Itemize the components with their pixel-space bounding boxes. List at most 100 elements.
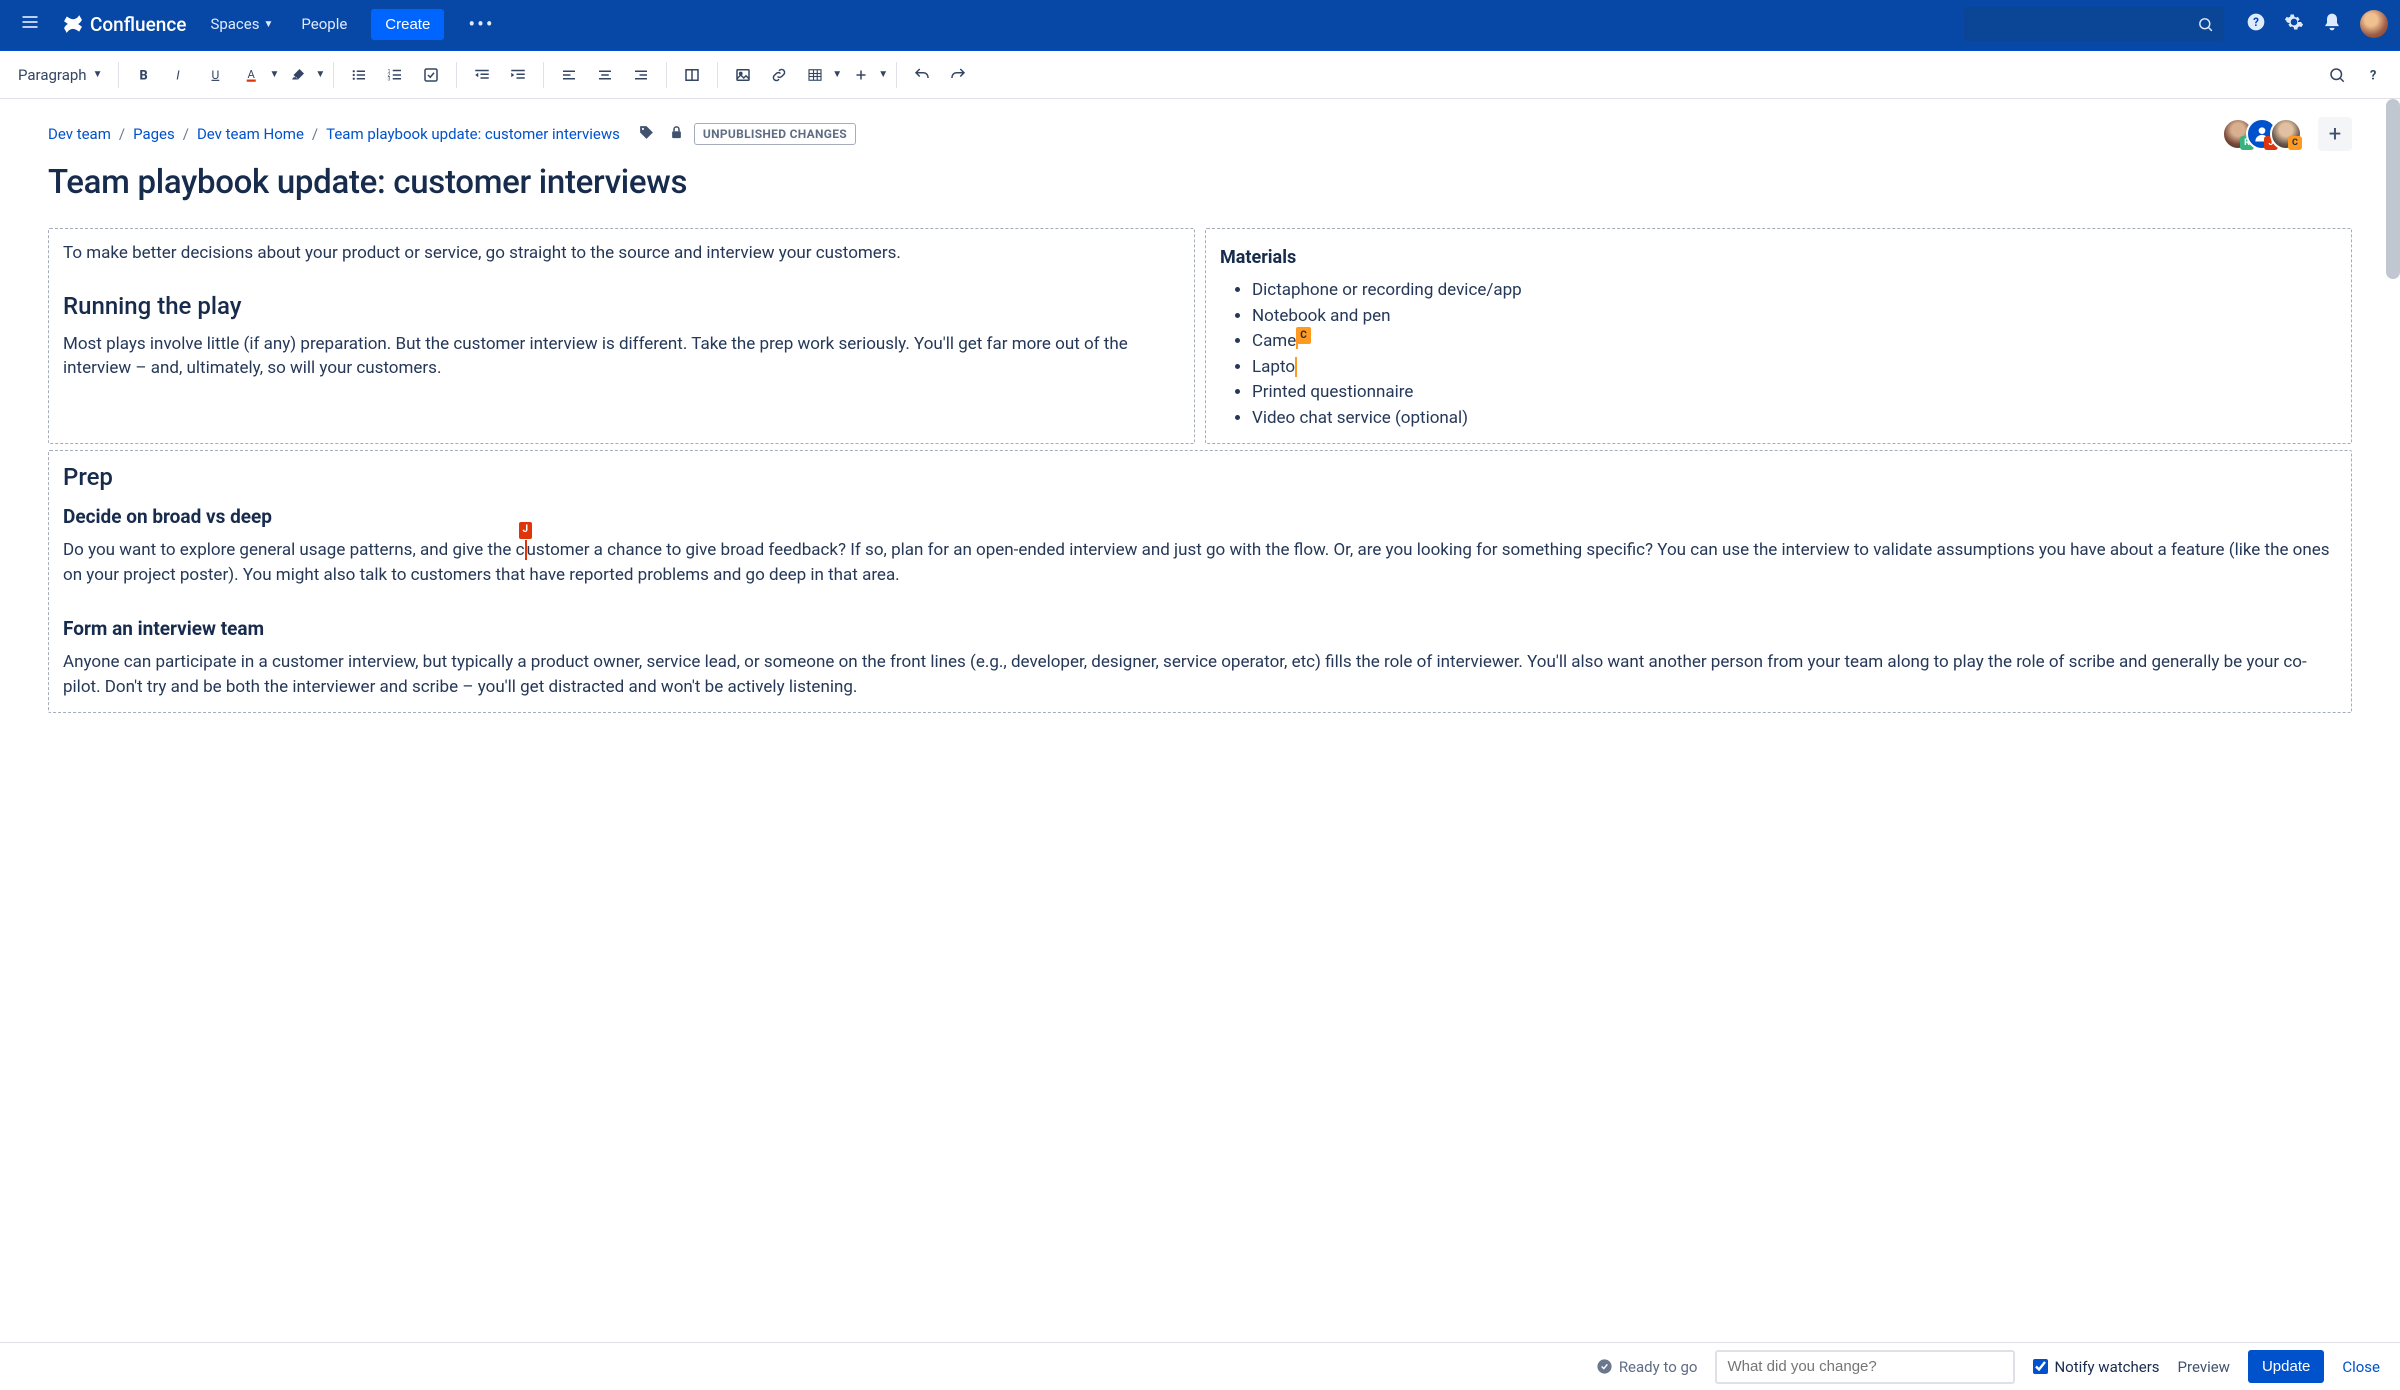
svg-text:3: 3 <box>388 76 391 82</box>
list-item[interactable]: Printed questionnaire <box>1252 380 2337 406</box>
svg-text:?: ? <box>2370 68 2376 83</box>
close-button[interactable]: Close <box>2342 1358 2380 1376</box>
breadcrumb: Dev team/ Pages/ Dev team Home/ Team pla… <box>48 125 620 143</box>
insert-image-button[interactable] <box>726 58 760 92</box>
confluence-logo[interactable]: Confluence <box>62 13 186 36</box>
layout-cell-bottom[interactable]: Prep Decide on broad vs deep Do you want… <box>48 450 2352 713</box>
settings-icon[interactable] <box>2284 12 2304 36</box>
restrictions-icon[interactable] <box>669 124 684 145</box>
notifications-icon[interactable] <box>2322 12 2342 36</box>
chevron-down-icon[interactable]: ▼ <box>878 69 888 80</box>
profile-avatar[interactable] <box>2360 10 2388 38</box>
insert-link-button[interactable] <box>762 58 796 92</box>
svg-text:A: A <box>248 68 256 81</box>
task-list-button[interactable] <box>414 58 448 92</box>
search-input[interactable] <box>1964 7 2224 41</box>
search-icon <box>2197 16 2214 33</box>
labels-icon[interactable] <box>638 124 655 145</box>
layout-one-col: Prep Decide on broad vs deep Do you want… <box>48 450 2352 713</box>
align-right-button[interactable] <box>624 58 658 92</box>
editor-toolbar: Paragraph ▼ B I U A ▼ ▼ 123 ▼ ▼ ? <box>0 51 2400 99</box>
app-switcher-icon[interactable] <box>12 4 48 44</box>
preview-button[interactable]: Preview <box>2178 1358 2230 1376</box>
highlight-button[interactable] <box>281 58 315 92</box>
product-name: Confluence <box>90 13 186 36</box>
collab-cursor: J <box>525 540 527 560</box>
notify-watchers-checkbox[interactable]: Notify watchers <box>2033 1358 2159 1376</box>
sync-status: Ready to go <box>1596 1358 1698 1376</box>
heading-2[interactable]: Prep <box>63 463 2337 491</box>
underline-button[interactable]: U <box>199 58 233 92</box>
editor-help-button[interactable]: ? <box>2356 58 2390 92</box>
breadcrumb-link[interactable]: Pages <box>133 125 175 143</box>
bold-button[interactable]: B <box>127 58 161 92</box>
align-center-button[interactable] <box>588 58 622 92</box>
editor-footer: Ready to go Notify watchers Preview Upda… <box>0 1342 2400 1390</box>
layout-cell-right[interactable]: Materials Dictaphone or recording device… <box>1205 228 2352 444</box>
outdent-button[interactable] <box>465 58 499 92</box>
layout-cell-left[interactable]: To make better decisions about your prod… <box>48 228 1195 444</box>
heading-3[interactable]: Materials <box>1220 247 2337 268</box>
scrollbar[interactable] <box>2386 99 2400 279</box>
checkbox[interactable] <box>2033 1359 2048 1374</box>
nav-spaces[interactable]: Spaces ▼ <box>200 9 283 39</box>
heading-3[interactable]: Form an interview team <box>63 617 2337 640</box>
svg-text:B: B <box>140 68 148 83</box>
list-item[interactable]: Video chat service (optional) <box>1252 406 2337 432</box>
list-item[interactable]: Lapto <box>1252 355 2337 381</box>
insert-table-button[interactable] <box>798 58 832 92</box>
italic-button[interactable]: I <box>163 58 197 92</box>
block-style-select[interactable]: Paragraph ▼ <box>10 60 110 90</box>
chevron-down-icon[interactable]: ▼ <box>269 69 279 80</box>
chevron-down-icon[interactable]: ▼ <box>832 69 842 80</box>
layout-two-col: To make better decisions about your prod… <box>48 228 2352 444</box>
global-actions: ? <box>2246 10 2388 38</box>
body-text[interactable]: Most plays involve little (if any) prepa… <box>63 332 1180 381</box>
breadcrumb-link[interactable]: Dev team Home <box>197 125 304 143</box>
find-replace-button[interactable] <box>2320 58 2354 92</box>
undo-button[interactable] <box>905 58 939 92</box>
bullet-list-button[interactable] <box>342 58 376 92</box>
indent-button[interactable] <box>501 58 535 92</box>
body-text[interactable]: Do you want to explore general usage pat… <box>63 538 2337 587</box>
svg-text:?: ? <box>2253 15 2259 29</box>
add-collaborator-button[interactable]: + <box>2318 117 2352 151</box>
nav-people[interactable]: People <box>291 9 357 39</box>
editor-canvas[interactable]: Dev team/ Pages/ Dev team Home/ Team pla… <box>0 99 2400 1342</box>
breadcrumb-link[interactable]: Dev team <box>48 125 111 143</box>
body-text[interactable]: To make better decisions about your prod… <box>63 241 1180 266</box>
list-item[interactable]: Dictaphone or recording device/app <box>1252 278 2337 304</box>
numbered-list-button[interactable]: 123 <box>378 58 412 92</box>
redo-button[interactable] <box>941 58 975 92</box>
check-circle-icon <box>1596 1358 1613 1375</box>
more-menu-icon[interactable]: ••• <box>458 6 504 42</box>
primary-nav: Spaces ▼ People Create ••• <box>200 6 504 42</box>
global-nav: Confluence Spaces ▼ People Create ••• ? <box>0 0 2400 48</box>
bullet-list[interactable]: Dictaphone or recording device/app Noteb… <box>1220 278 2337 431</box>
collab-cursor <box>1295 357 1297 377</box>
chevron-down-icon: ▼ <box>93 69 103 80</box>
heading-3[interactable]: Decide on broad vs deep <box>63 505 2337 528</box>
align-left-button[interactable] <box>552 58 586 92</box>
breadcrumb-link[interactable]: Team playbook update: customer interview… <box>326 125 620 143</box>
avatar[interactable]: C <box>2270 118 2302 150</box>
presence-avatars: R J C <box>2222 118 2302 150</box>
list-item[interactable]: CameC <box>1252 329 2337 355</box>
body-text[interactable]: Anyone can participate in a customer int… <box>63 650 2337 699</box>
page-title[interactable]: Team playbook update: customer interview… <box>48 163 2352 202</box>
chevron-down-icon: ▼ <box>263 19 273 30</box>
heading-2[interactable]: Running the play <box>63 292 1180 320</box>
text-color-button[interactable]: A <box>235 58 269 92</box>
create-button[interactable]: Create <box>371 9 444 40</box>
chevron-down-icon[interactable]: ▼ <box>315 69 325 80</box>
update-button[interactable]: Update <box>2248 1350 2324 1383</box>
svg-text:I: I <box>177 68 181 83</box>
insert-more-button[interactable] <box>844 58 878 92</box>
list-item[interactable]: Notebook and pen <box>1252 304 2337 330</box>
status-badge: UNPUBLISHED CHANGES <box>694 123 856 145</box>
version-comment-input[interactable] <box>1715 1350 2015 1384</box>
page-layout-button[interactable] <box>675 58 709 92</box>
svg-text:U: U <box>212 67 220 81</box>
help-icon[interactable]: ? <box>2246 12 2266 36</box>
page-header-row: Dev team/ Pages/ Dev team Home/ Team pla… <box>48 117 2352 151</box>
